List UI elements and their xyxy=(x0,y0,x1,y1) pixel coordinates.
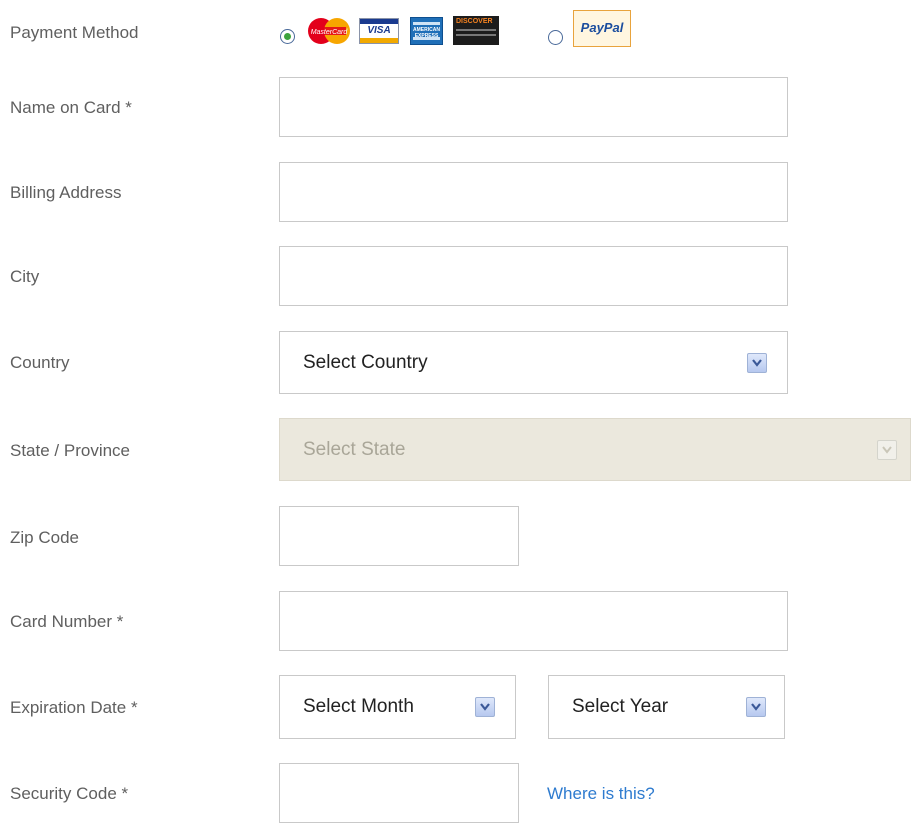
paypal-payment-radio[interactable] xyxy=(548,30,563,45)
card-number-input[interactable] xyxy=(279,591,788,651)
expiration-year-value: Select Year xyxy=(572,696,669,717)
zip-code-label: Zip Code xyxy=(10,528,79,547)
billing-address-label: Billing Address xyxy=(10,183,122,202)
payment-method-label: Payment Method xyxy=(10,23,139,42)
chevron-down-icon[interactable] xyxy=(747,352,767,373)
mastercard-logo-text: MasterCard xyxy=(311,29,349,36)
state-province-label: State / Province xyxy=(10,441,131,460)
expiration-date-label: Expiration Date * xyxy=(10,698,138,717)
where-is-this-link[interactable]: Where is this? xyxy=(547,784,655,804)
card-payment-radio[interactable] xyxy=(280,29,295,44)
name-on-card-label: Name on Card * xyxy=(10,98,132,117)
country-select-value: Select Country xyxy=(303,351,428,373)
mastercard-logo-icon: MasterCard xyxy=(306,17,352,45)
security-code-input[interactable] xyxy=(279,763,519,823)
expiration-month-select[interactable]: Select Month xyxy=(279,675,516,739)
billing-address-input[interactable] xyxy=(279,162,788,222)
paypal-logo-icon: PayPal xyxy=(573,10,631,47)
zip-code-input[interactable] xyxy=(279,506,519,566)
state-select-value: Select State xyxy=(303,438,406,460)
visa-logo-icon: VISA xyxy=(359,18,399,44)
chevron-down-icon[interactable] xyxy=(746,697,766,717)
expiration-month-value: Select Month xyxy=(303,696,414,717)
security-code-label: Security Code * xyxy=(10,784,129,803)
city-input[interactable] xyxy=(279,246,788,306)
visa-logo-text: VISA xyxy=(367,25,391,36)
card-number-label: Card Number * xyxy=(10,612,124,631)
amex-logo-icon: AMERICAN EXPRESS xyxy=(410,17,443,45)
name-on-card-input[interactable] xyxy=(279,77,788,137)
country-label: Country xyxy=(10,353,70,372)
discover-logo-text: DISCOVER xyxy=(456,18,493,25)
city-label: City xyxy=(10,267,40,286)
state-select[interactable]: Select State xyxy=(279,418,911,481)
paypal-logo-text: PayPal xyxy=(580,20,624,35)
chevron-down-icon[interactable] xyxy=(475,697,495,717)
expiration-year-select[interactable]: Select Year xyxy=(548,675,785,739)
chevron-down-icon xyxy=(877,439,897,460)
country-select[interactable]: Select Country xyxy=(279,331,788,394)
radio-selected-dot xyxy=(284,33,291,40)
discover-logo-icon: DISCOVER xyxy=(453,16,499,45)
